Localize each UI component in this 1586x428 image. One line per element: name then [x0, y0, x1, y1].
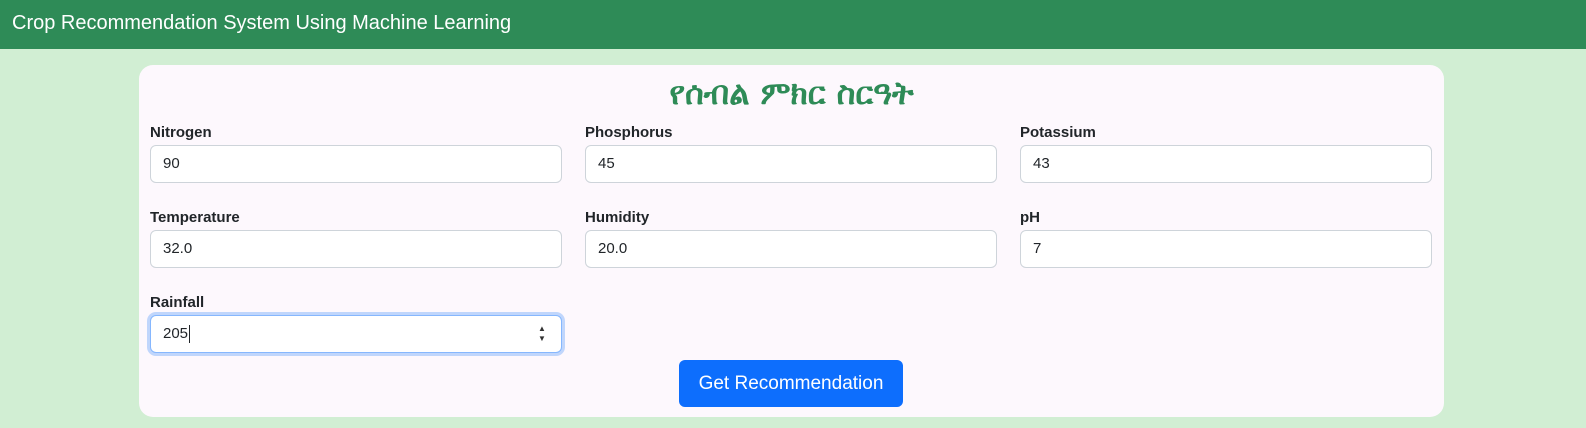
nitrogen-input[interactable]: 90 — [150, 145, 562, 183]
get-recommendation-button[interactable]: Get Recommendation — [679, 360, 903, 407]
phosphorus-input[interactable]: 45 — [585, 145, 997, 183]
phosphorus-field: Phosphorus 45 — [585, 124, 997, 183]
temperature-field: Temperature 32.0 — [150, 209, 562, 268]
temperature-label: Temperature — [150, 209, 240, 226]
navbar: Crop Recommendation System Using Machine… — [0, 0, 1586, 49]
spinner-down-icon[interactable]: ▼ — [535, 334, 549, 344]
humidity-label: Humidity — [585, 209, 650, 226]
ph-label: pH — [1020, 209, 1040, 226]
rainfall-value: 205 — [163, 325, 189, 342]
spinner-up-icon[interactable]: ▲ — [535, 324, 549, 334]
form-card: የሰብል ምክር ስርዓት Nitrogen 90 Phosphorus 45 … — [139, 65, 1444, 417]
text-caret — [189, 325, 191, 344]
humidity-input[interactable]: 20.0 — [585, 230, 997, 268]
ph-field: pH 7 — [1020, 209, 1432, 268]
rainfall-input[interactable]: 205 ▲ ▼ — [150, 315, 562, 353]
humidity-field: Humidity 20.0 — [585, 209, 997, 268]
potassium-label: Potassium — [1020, 124, 1096, 141]
phosphorus-label: Phosphorus — [585, 124, 673, 141]
rainfall-field: Rainfall 205 ▲ ▼ — [150, 294, 562, 353]
potassium-input[interactable]: 43 — [1020, 145, 1432, 183]
rainfall-label: Rainfall — [150, 294, 205, 311]
form-title: የሰብል ምክር ስርዓት — [669, 74, 914, 112]
ph-input[interactable]: 7 — [1020, 230, 1432, 268]
temperature-input[interactable]: 32.0 — [150, 230, 562, 268]
nitrogen-field: Nitrogen 90 — [150, 124, 562, 183]
nitrogen-label: Nitrogen — [150, 124, 212, 141]
navbar-brand[interactable]: Crop Recommendation System Using Machine… — [12, 11, 511, 35]
potassium-field: Potassium 43 — [1020, 124, 1432, 183]
number-spinner[interactable]: ▲ ▼ — [535, 324, 549, 344]
